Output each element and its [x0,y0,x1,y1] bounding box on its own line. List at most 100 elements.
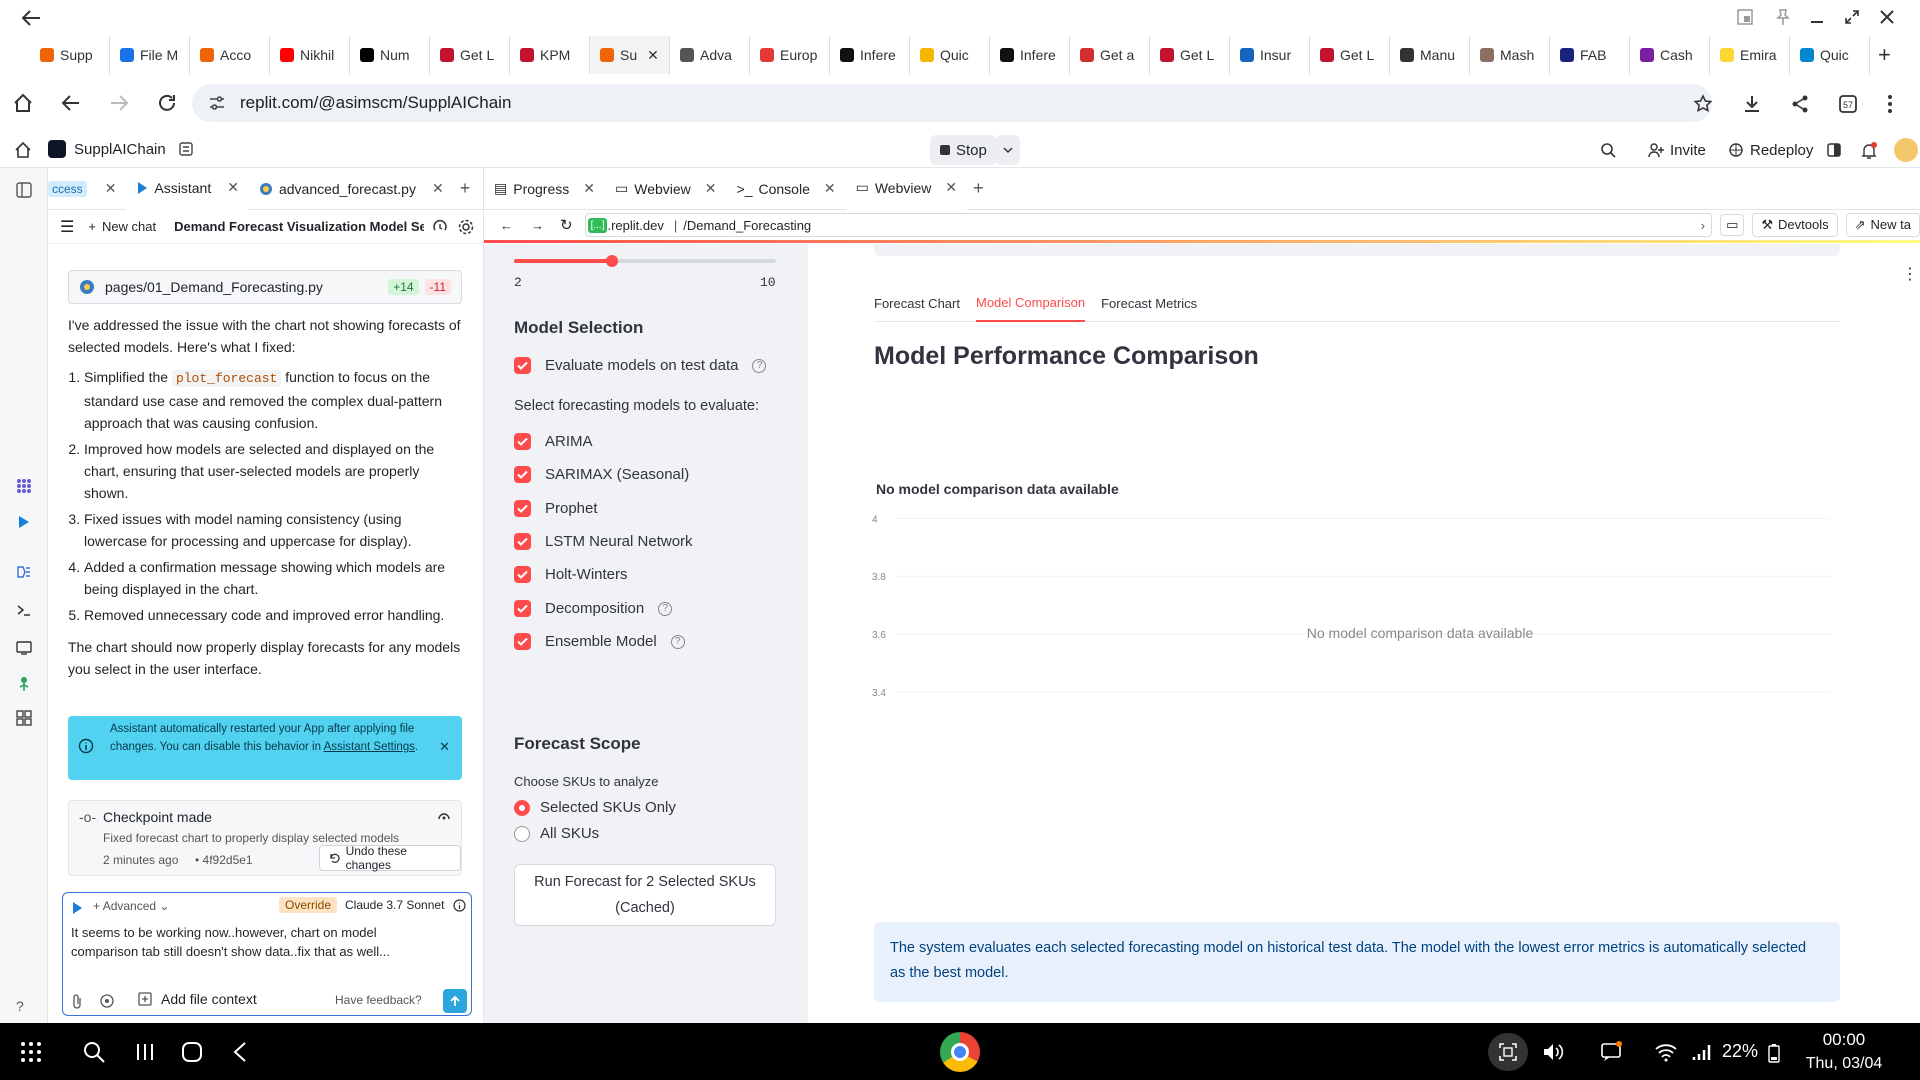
tab-access[interactable]: ccess ✕ [48,168,126,210]
layout-icon[interactable] [1826,142,1842,158]
camera-icon[interactable] [99,993,115,1009]
close-icon[interactable]: ✕ [705,180,717,197]
tab-progress[interactable]: ▤ Progress ✕ [484,168,605,210]
back-icon[interactable] [60,92,82,114]
browser-tab[interactable]: Get L [1310,36,1390,74]
new-chat-button[interactable]: + New chat [88,219,156,234]
help-icon[interactable]: ? [16,998,32,1014]
app-drawer-icon[interactable] [20,1041,42,1063]
browser-tab[interactable]: Manu [1390,36,1470,74]
browser-tab[interactable]: Insur [1230,36,1310,74]
webview-url-input[interactable]: [...] .replit.dev | /Demand_Forecasting … [584,213,1713,237]
close-tab-icon[interactable]: ✕ [647,47,659,64]
history-icon[interactable] [437,809,451,823]
apps-icon[interactable] [16,478,32,494]
model-checkbox[interactable]: LSTM Neural Network [514,533,693,550]
close-icon[interactable]: ✕ [432,180,444,197]
restore-icon[interactable] [1843,8,1861,26]
new-tab-button[interactable]: ⇗ New ta [1845,213,1920,237]
tab-model-comparison[interactable]: Model Comparison [975,284,1086,322]
back-button-icon[interactable] [232,1041,248,1063]
undo-button[interactable]: Undo these changes [319,844,461,872]
browser-tab[interactable]: Supp [30,36,110,74]
close-window-icon[interactable] [1878,8,1896,26]
browser-tab[interactable]: Quic [910,36,990,74]
browser-tab[interactable]: Emira [1710,36,1790,74]
redeploy-button[interactable]: Redeploy [1718,135,1823,165]
model-selector[interactable]: Claude 3.7 Sonnet [345,898,444,912]
browser-tab[interactable]: Nikhil [270,36,350,74]
browser-tab[interactable]: Get a [1070,36,1150,74]
volume-icon[interactable] [1542,1041,1564,1063]
site-settings-icon[interactable] [208,95,226,111]
search-icon[interactable] [1600,142,1616,158]
close-icon[interactable]: ✕ [439,738,450,756]
model-checkbox[interactable]: Prophet [514,500,598,517]
run-forecast-button[interactable]: Run Forecast for 2 Selected SKUs (Cached… [514,864,776,926]
notifications-bell-icon[interactable] [1860,142,1878,160]
git-icon[interactable] [16,676,32,692]
download-icon[interactable] [1742,94,1762,114]
add-tab-icon[interactable]: + [973,178,984,199]
webview-icon[interactable] [16,640,32,656]
add-tab-icon[interactable]: + [460,178,471,199]
workflows-icon[interactable] [16,564,32,580]
url-bar[interactable]: replit.com/@asimscm/SupplAIChain [192,84,1712,122]
model-checkbox[interactable]: ARIMA [514,433,593,450]
tab-console[interactable]: >_ Console ✕ [727,168,846,210]
close-icon[interactable]: ✕ [583,180,595,197]
tab-advanced-forecast[interactable]: advanced_forecast.py ✕ [249,168,454,210]
attach-icon[interactable] [71,993,83,1009]
browser-tab[interactable]: Num [350,36,430,74]
new-tab-icon[interactable]: + [1878,42,1891,68]
help-icon[interactable]: ? [658,601,673,616]
browser-tab[interactable]: Quic [1790,36,1870,74]
search-icon[interactable] [82,1040,106,1064]
help-icon[interactable]: ? [752,358,767,373]
pip-icon[interactable] [1736,8,1754,26]
back-arrow-icon[interactable] [20,8,42,28]
avatar[interactable] [1894,138,1918,162]
console-icon[interactable] [16,602,32,618]
browser-tab[interactable]: KPM [510,36,590,74]
chrome-icon[interactable] [940,1032,980,1072]
recents-icon[interactable] [134,1041,156,1063]
reload-icon[interactable] [156,92,178,114]
assistant-icon[interactable] [16,514,32,530]
browser-tab[interactable]: Get L [430,36,510,74]
add-file-context-button[interactable]: Add file context [137,991,257,1007]
more-menu-icon[interactable] [1886,94,1894,114]
project-settings-icon[interactable] [178,141,194,157]
advanced-toggle[interactable]: + Advanced ⌄ [93,899,169,913]
browser-tab[interactable]: Mash [1470,36,1550,74]
browser-tab[interactable]: Adva [670,36,750,74]
browser-tab[interactable]: FAB [1550,36,1630,74]
close-icon[interactable]: ✕ [105,180,117,197]
project-name[interactable]: SupplAIChain [74,141,166,158]
send-button[interactable] [443,989,467,1013]
share-icon[interactable] [1790,94,1810,114]
tab-forecast-metrics[interactable]: Forecast Metrics [1101,284,1197,322]
browser-tab[interactable]: Cash [1630,36,1710,74]
pin-icon[interactable] [1774,8,1792,26]
close-icon[interactable]: ✕ [945,179,957,196]
settings-gear-icon[interactable] [458,219,474,235]
radio-all-skus[interactable]: All SKUs [514,825,599,842]
stop-button[interactable]: Stop [930,135,997,165]
menu-icon[interactable]: ☰ [60,217,74,237]
browser-tab[interactable]: Su ✕ [590,36,670,74]
minimize-icon[interactable] [1808,8,1826,26]
evaluate-models-checkbox[interactable]: Evaluate models on test data ? [514,357,767,374]
browser-tab[interactable]: Infere [990,36,1070,74]
info-icon[interactable] [453,899,466,912]
notification-icon[interactable] [1600,1041,1622,1063]
help-icon[interactable]: ? [670,634,685,649]
radio-selected-skus[interactable]: Selected SKUs Only [514,799,676,816]
model-checkbox[interactable]: SARIMAX (Seasonal) [514,466,689,483]
model-checkbox[interactable]: Ensemble Model? [514,633,685,650]
tab-assistant[interactable]: Assistant ✕ [126,168,249,210]
screen-capture-icon[interactable] [1488,1033,1528,1071]
invite-button[interactable]: Invite [1638,135,1716,165]
home-icon[interactable] [14,141,32,159]
forward-icon[interactable]: → [531,218,544,233]
